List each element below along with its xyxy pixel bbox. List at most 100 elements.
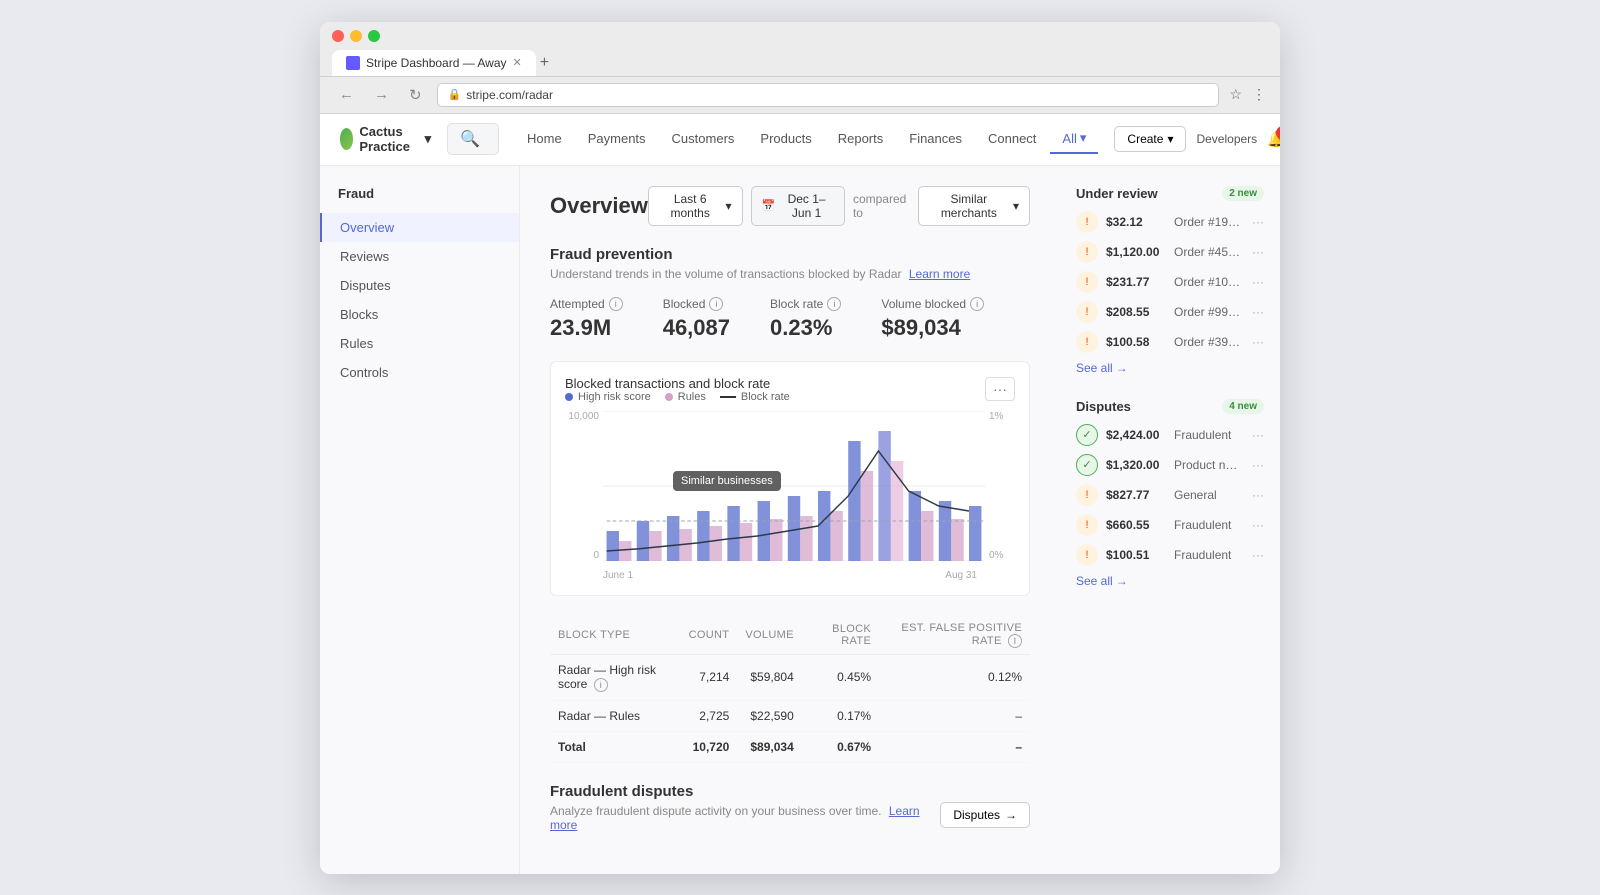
nav-item-customers[interactable]: Customers <box>660 125 747 154</box>
date-value-button[interactable]: 📅 Dec 1–Jun 1 <box>751 186 845 226</box>
nav-item-products[interactable]: Products <box>748 125 823 154</box>
compared-to-label: compared to <box>853 192 910 220</box>
sidebar-item-disputes[interactable]: Disputes <box>320 271 519 300</box>
review-item-more-3[interactable]: ··· <box>1252 305 1264 319</box>
company-dropdown-icon[interactable]: ▾ <box>425 131 432 147</box>
stat-block-rate: Block rate i 0.23% <box>770 297 841 341</box>
col-false-positive: EST. FALSE POSITIVE RATE i <box>879 616 1030 655</box>
notification-badge: 1 <box>1276 126 1280 140</box>
list-item: ! $231.77 Order #1021-09 ··· <box>1076 271 1264 293</box>
dispute-item-more-1[interactable]: ··· <box>1252 458 1264 472</box>
dispute-item-more-2[interactable]: ··· <box>1252 488 1264 502</box>
dispute-desc-0: Fraudulent <box>1174 428 1244 442</box>
nav-item-finances[interactable]: Finances <box>897 125 974 154</box>
disputes-section: Disputes 4 new ✓ $2,424.00 Fraudulent ··… <box>1076 399 1264 588</box>
nav-item-reports[interactable]: Reports <box>826 125 896 154</box>
menu-button[interactable]: ⋮ <box>1252 86 1266 103</box>
address-bar[interactable]: 🔒 stripe.com/radar <box>437 83 1220 107</box>
refresh-button[interactable]: ↻ <box>404 84 427 106</box>
fraud-prevention-desc: Understand trends in the volume of trans… <box>550 267 1030 281</box>
chart-area: 10,000 0 <box>565 411 1015 581</box>
see-all-arrow-icon: → <box>1116 361 1128 375</box>
tab-title: Stripe Dashboard — Away <box>366 56 507 70</box>
url-text: stripe.com/radar <box>466 88 553 102</box>
disputes-see-all[interactable]: See all → <box>1076 574 1264 588</box>
all-dropdown-icon: ▾ <box>1080 130 1087 146</box>
fraudulent-disputes-header: Fraudulent disputes Analyze fraudulent d… <box>550 783 1030 848</box>
dispute-item-more-0[interactable]: ··· <box>1252 428 1264 442</box>
dispute-desc-4: Fraudulent <box>1174 548 1244 562</box>
dispute-item-more-4[interactable]: ··· <box>1252 548 1264 562</box>
sidebar-item-overview[interactable]: Overview <box>320 213 519 242</box>
dispute-desc-1: Product not rec... <box>1174 458 1244 472</box>
sidebar-item-reviews[interactable]: Reviews <box>320 242 519 271</box>
false-positive-info-icon[interactable]: i <box>1008 634 1022 648</box>
bookmark-button[interactable]: ☆ <box>1229 86 1242 103</box>
high-risk-info-icon[interactable]: i <box>594 678 608 692</box>
browser-tab[interactable]: Stripe Dashboard — Away ✕ <box>332 50 536 76</box>
sidebar-title: Fraud <box>320 186 519 213</box>
dispute-item-icon-3: ! <box>1076 514 1098 536</box>
notifications-button[interactable]: 🔔 1 <box>1267 130 1280 148</box>
nav-item-home[interactable]: Home <box>515 125 574 154</box>
maximize-dot[interactable] <box>368 30 380 42</box>
tab-close-button[interactable]: ✕ <box>513 56 522 69</box>
dispute-amount-4: $100.51 <box>1106 548 1166 562</box>
fraud-prevention-title: Fraud prevention <box>550 246 1030 263</box>
disputes-see-all-arrow-icon: → <box>1116 574 1128 588</box>
review-amount-4: $100.58 <box>1106 335 1166 349</box>
review-item-more-0[interactable]: ··· <box>1252 215 1264 229</box>
legend-block-rate: Block rate <box>720 391 790 403</box>
dispute-item-icon-4: ! <box>1076 544 1098 566</box>
sidebar: Fraud Overview Reviews Disputes Blocks R… <box>320 166 520 874</box>
date-range-button[interactable]: Last 6 months ▾ <box>648 186 743 226</box>
under-review-title: Under review <box>1076 186 1158 201</box>
bar-line-chart <box>603 411 985 561</box>
dispute-amount-0: $2,424.00 <box>1106 428 1166 442</box>
blocked-info-icon[interactable]: i <box>709 297 723 311</box>
chart-more-button[interactable]: ··· <box>985 377 1015 401</box>
sidebar-item-rules[interactable]: Rules <box>320 329 519 358</box>
attempted-value: 23.9M <box>550 315 623 341</box>
review-item-more-4[interactable]: ··· <box>1252 335 1264 349</box>
search-box[interactable]: 🔍 <box>447 123 499 155</box>
forward-button[interactable]: → <box>369 84 394 105</box>
new-tab-button[interactable]: + <box>540 54 549 72</box>
under-review-see-all[interactable]: See all → <box>1076 361 1264 375</box>
dispute-item-more-3[interactable]: ··· <box>1252 518 1264 532</box>
chart-header: Blocked transactions and block rate High… <box>565 376 1015 403</box>
disputes-arrow-icon: → <box>1005 808 1017 822</box>
list-item: ! $32.12 Order #1989-22 ··· <box>1076 211 1264 233</box>
company-logo-area[interactable]: Cactus Practice ▾ <box>340 124 431 154</box>
lock-icon: 🔒 <box>448 88 462 101</box>
list-item: ! $100.58 Order #3989-02 ··· <box>1076 331 1264 353</box>
disputes-button[interactable]: Disputes → <box>940 802 1030 828</box>
blocked-value: 46,087 <box>663 315 730 341</box>
dispute-item-icon-0: ✓ <box>1076 424 1098 446</box>
similar-merchants-button[interactable]: Similar merchants ▾ <box>918 186 1030 226</box>
dispute-item-icon-2: ! <box>1076 484 1098 506</box>
developers-link[interactable]: Developers <box>1196 132 1257 146</box>
main-nav: Home Payments Customers Products Reports… <box>515 124 1098 154</box>
sidebar-item-blocks[interactable]: Blocks <box>320 300 519 329</box>
create-button[interactable]: Create ▾ <box>1114 126 1186 152</box>
chart-x-labels: June 1 Aug 31 <box>565 570 1015 581</box>
review-item-more-1[interactable]: ··· <box>1252 245 1264 259</box>
sidebar-item-controls[interactable]: Controls <box>320 358 519 387</box>
under-review-badge: 2 new <box>1222 186 1264 201</box>
back-button[interactable]: ← <box>334 84 359 105</box>
nav-item-all[interactable]: All ▾ <box>1050 124 1098 154</box>
attempted-info-icon[interactable]: i <box>609 297 623 311</box>
review-item-more-2[interactable]: ··· <box>1252 275 1264 289</box>
close-dot[interactable] <box>332 30 344 42</box>
nav-item-payments[interactable]: Payments <box>576 125 658 154</box>
nav-item-connect[interactable]: Connect <box>976 125 1048 154</box>
block-rate-info-icon[interactable]: i <box>827 297 841 311</box>
learn-more-link[interactable]: Learn more <box>909 267 970 281</box>
col-block-rate: BLOCK RATE <box>802 616 879 655</box>
block-rate-value: 0.23% <box>770 315 841 341</box>
dispute-amount-1: $1,320.00 <box>1106 458 1166 472</box>
legend-line-block-rate <box>720 396 736 398</box>
minimize-dot[interactable] <box>350 30 362 42</box>
volume-blocked-info-icon[interactable]: i <box>970 297 984 311</box>
